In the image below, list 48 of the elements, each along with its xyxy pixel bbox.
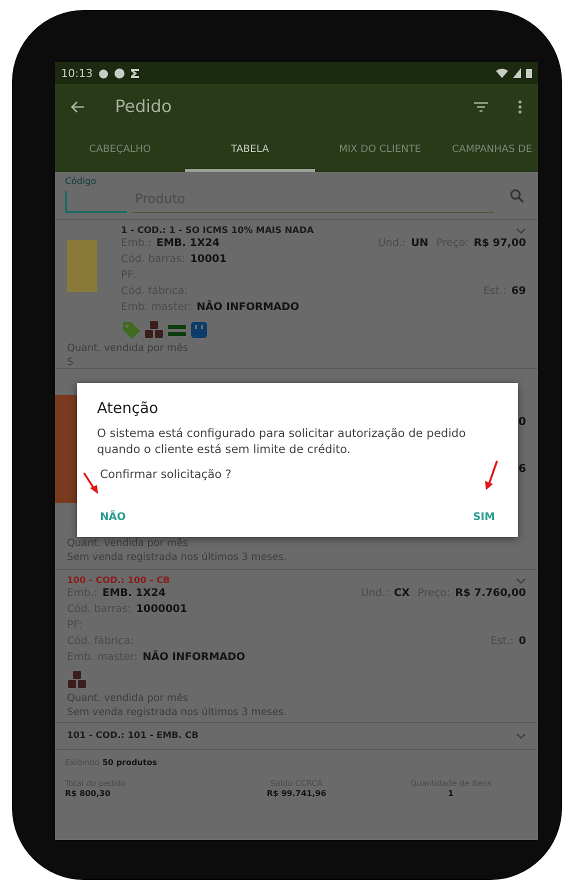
total-value: R$ 800,30 [65, 789, 112, 798]
product-title: 1 - COD.: 1 - SO ICMS 10% MAIS NADA [121, 226, 314, 236]
dialog-message: O sistema está configurado para solicitar autorização de pedido quando o cliente está sem limite de crédito. [97, 425, 467, 458]
tab[interactable]: CAMPANHAS DE [445, 130, 538, 172]
field-value: NÃO INFORMADO [196, 301, 300, 313]
dialog-title: Atenção [97, 399, 160, 417]
field-value: 6 [518, 462, 526, 475]
wifi-icon [496, 68, 508, 78]
dialog-button[interactable]: NÃO [97, 507, 129, 527]
pointer-arrow [483, 459, 499, 491]
field-value: 1000001 [136, 603, 188, 615]
tab[interactable]: CABEÇALHO [55, 130, 185, 172]
field-value: UN [410, 237, 428, 249]
status-time: 10:13 [61, 66, 93, 80]
sigma-icon [130, 68, 140, 78]
count-value: 50 produtos [102, 758, 157, 767]
code-field[interactable] [65, 191, 127, 213]
chevron-down-icon[interactable] [516, 228, 526, 234]
more-menu-icon[interactable] [518, 100, 522, 114]
pointer-arrow [82, 471, 100, 495]
field-value: R$ 97,00 [474, 237, 526, 249]
search-icon[interactable] [510, 189, 524, 203]
code-label: Código [65, 177, 98, 187]
field-value: 69 [511, 285, 526, 297]
dialog-question: Confirmar solicitação ? [99, 467, 232, 482]
dialog-button[interactable]: SIM [470, 507, 498, 527]
notification-icon [114, 68, 125, 78]
tab[interactable]: MIX DO CLIENTE [315, 130, 445, 172]
signal-icon [513, 68, 521, 78]
battery-icon [526, 68, 532, 78]
chevron-down-icon[interactable] [516, 733, 526, 739]
app-title: Pedido [115, 97, 173, 117]
field-value: NÃO INFORMADO [142, 651, 246, 663]
product-title: 101 - COD.: 101 - EMB. CB [67, 731, 198, 741]
product-title: 100 - COD.: 100 - CB [67, 576, 170, 586]
field-value: CX [394, 587, 410, 599]
total-value: 1 [448, 789, 454, 798]
back-arrow-icon[interactable] [71, 101, 85, 113]
tab[interactable]: TABELA [185, 130, 315, 172]
field-value: 0 [518, 415, 526, 428]
field-value: 0 [518, 635, 526, 647]
total-value: R$ 99.741,96 [266, 789, 326, 798]
field-value: EMB. 1X24 [156, 237, 220, 249]
field-value: 10001 [190, 253, 227, 265]
filter-icon[interactable] [474, 102, 488, 112]
chevron-down-icon[interactable] [516, 578, 526, 584]
field-value: EMB. 1X24 [102, 587, 166, 599]
field-value: R$ 7.760,00 [455, 587, 526, 599]
